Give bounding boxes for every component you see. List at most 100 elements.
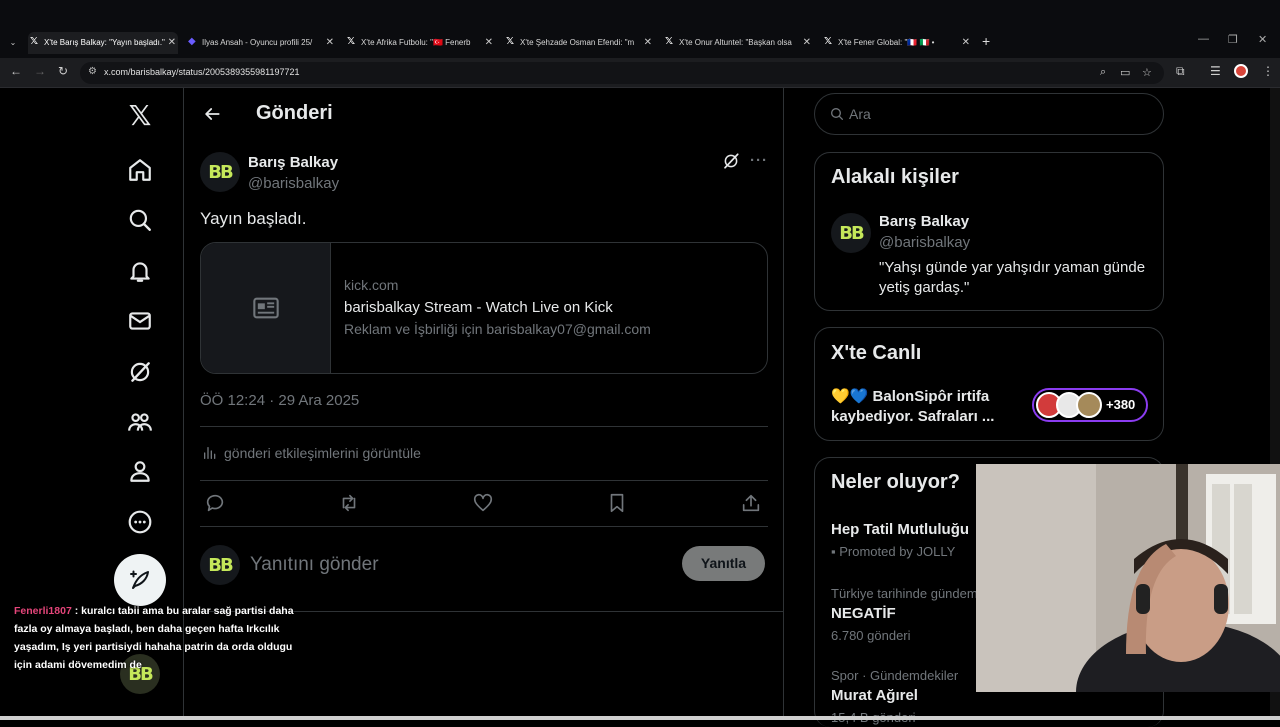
tab-close-icon[interactable]: ✕ — [803, 32, 811, 54]
extensions-icon[interactable]: ⧉ — [1176, 64, 1185, 79]
site-favicon-icon: ◆ — [188, 36, 196, 47]
grok-explain-icon[interactable] — [722, 152, 740, 170]
divider — [200, 426, 768, 427]
reload-icon[interactable]: ↻ — [58, 64, 68, 78]
profile-icon[interactable] — [124, 455, 156, 487]
address-bar[interactable]: ⚙ x.com/barisbalkay/status/2005389355981… — [80, 62, 1164, 84]
browser-tab-5[interactable]: 𝕏 X'te Onur Altuntel: "Başkan olsa ✕ — [663, 32, 813, 54]
author-avatar[interactable]: BB — [200, 152, 240, 192]
x-logo-icon[interactable]: 𝕏 — [124, 99, 156, 131]
link-domain: kick.com — [344, 277, 399, 293]
related-handle[interactable]: @barisbalkay — [879, 234, 970, 251]
repost-icon[interactable] — [338, 492, 360, 514]
tab-close-icon[interactable]: ✕ — [644, 32, 652, 54]
browser-toolbar: ← → ↻ ⚙ x.com/barisbalkay/status/2005389… — [0, 58, 1280, 88]
search-placeholder: Ara — [849, 106, 871, 122]
post-text: Yayın başladı. — [200, 209, 307, 228]
messages-mail-icon[interactable] — [124, 305, 156, 337]
window-close-icon[interactable]: ✕ — [1258, 33, 1267, 46]
share-icon[interactable] — [740, 492, 762, 514]
browser-tab-6[interactable]: 𝕏 X'te Fener Global: "🇫🇷 🇮🇹 • ✕ — [822, 32, 972, 54]
x-favicon-icon: 𝕏 — [824, 36, 833, 47]
site-info-icon[interactable]: ⚙ — [88, 66, 97, 77]
listener-avatar — [1076, 392, 1102, 418]
tab-close-icon[interactable]: ✕ — [168, 32, 176, 54]
reply-icon[interactable] — [204, 492, 226, 514]
related-bio: "Yahşı günde yar yahşıdır yaman günde ye… — [879, 259, 1146, 296]
author-name[interactable]: Barış Balkay — [248, 154, 338, 171]
chat-username: Fenerli1807 — [14, 605, 72, 617]
compose-feather-icon — [130, 570, 149, 589]
cast-icon[interactable]: ▭ — [1120, 66, 1130, 79]
grok-icon[interactable] — [124, 356, 156, 388]
x-favicon-icon: 𝕏 — [506, 36, 515, 47]
bookmark-star-icon[interactable]: ☆ — [1142, 66, 1152, 79]
live-listeners-pill[interactable]: +380 — [1032, 388, 1148, 422]
article-icon — [252, 297, 279, 319]
profile-avatar[interactable] — [1234, 64, 1248, 78]
browser-tab-2[interactable]: ◆ Ilyas Ansah - Oyuncu profili 25/ ✕ — [186, 32, 336, 54]
link-preview-card[interactable]: kick.com barisbalkay Stream - Watch Live… — [200, 242, 768, 374]
article-thumbnail — [201, 243, 331, 373]
tab-close-icon[interactable]: ✕ — [962, 32, 970, 54]
stream-chat-message: Fenerli1807 : kuralcı tabii ama bu arala… — [14, 602, 299, 674]
listener-count: +380 — [1106, 397, 1136, 412]
browser-tab-3[interactable]: 𝕏 X'te Afrika Futbolu: "🇹🇷 Fenerb ✕ — [345, 32, 495, 54]
maximize-icon[interactable]: ❐ — [1228, 33, 1238, 46]
divider — [200, 480, 768, 481]
bookmark-icon[interactable] — [606, 492, 628, 514]
back-icon[interactable]: ← — [10, 64, 22, 78]
page-title: Gönderi — [256, 102, 333, 124]
like-heart-icon[interactable] — [472, 492, 494, 514]
browser-tab-1[interactable]: 𝕏 X'te Barış Balkay: "Yayın başladı." ✕ — [28, 32, 178, 54]
more-options-icon[interactable] — [124, 506, 156, 538]
x-favicon-icon: 𝕏 — [30, 36, 39, 47]
trend-name[interactable]: Murat Ağırel — [831, 687, 918, 704]
link-title: barisbalkay Stream - Watch Live on Kick — [344, 299, 613, 316]
view-engagements-link[interactable]: gönderi etkileşimlerini görüntüle — [202, 445, 421, 461]
analytics-bars-icon — [204, 447, 216, 459]
trend-post-count: 6.780 gönderi — [831, 628, 911, 643]
promoted-label: ▪ Promoted by JOLLY — [831, 544, 956, 559]
reply-button[interactable]: Yanıtla — [682, 546, 765, 581]
link-description: Reklam ve İşbirliği için barisbalkay07@g… — [344, 321, 651, 337]
compose-post-button[interactable] — [114, 554, 166, 606]
zoom-icon[interactable]: ⌕ — [1100, 66, 1106, 79]
divider — [200, 526, 768, 527]
post-more-icon[interactable]: ··· — [750, 152, 768, 169]
tab-close-icon[interactable]: ✕ — [485, 32, 493, 54]
related-name[interactable]: Barış Balkay — [879, 213, 969, 230]
related-avatar[interactable]: BB — [831, 213, 871, 253]
tab-close-icon[interactable]: ✕ — [326, 32, 334, 54]
browser-tab-strip: ⌄ 𝕏 X'te Barış Balkay: "Yayın başladı." … — [0, 0, 1280, 58]
related-people-panel: Alakalı kişiler BB Barış Balkay @barisba… — [814, 152, 1164, 311]
search-input[interactable]: Ara — [814, 93, 1164, 135]
browser-menu-icon[interactable]: ⋮ — [1262, 64, 1274, 78]
live-panel[interactable]: X'te Canlı 💛💙 BalonSipôr irtifa kaybediy… — [814, 327, 1164, 441]
minimize-icon[interactable]: — — [1198, 33, 1209, 45]
reply-avatar: BB — [200, 545, 240, 585]
author-handle[interactable]: @barisbalkay — [248, 175, 339, 192]
reading-list-icon[interactable]: ☰ — [1210, 64, 1221, 78]
post-timestamp[interactable]: ÖÖ 12:24 · 29 Ara 2025 — [200, 392, 359, 409]
live-title: X'te Canlı — [831, 342, 922, 364]
new-tab-button[interactable]: + — [982, 33, 990, 49]
search-icon — [831, 108, 843, 120]
live-space-text[interactable]: 💛💙 BalonSipôr irtifa kaybediyor. Safrala… — [831, 387, 1031, 427]
x-favicon-icon: 𝕏 — [665, 36, 674, 47]
url-text[interactable]: x.com/barisbalkay/status/200538935598119… — [104, 67, 299, 77]
back-arrow-icon[interactable] — [202, 104, 222, 124]
webcam-overlay — [976, 464, 1280, 692]
trend-name[interactable]: Hep Tatil Mutluluğu — [831, 521, 969, 538]
webcam-person-image — [976, 464, 1280, 692]
reply-input[interactable]: Yanıtını gönder — [250, 554, 379, 576]
home-icon[interactable] — [124, 154, 156, 186]
communities-icon[interactable] — [124, 406, 156, 438]
explore-search-icon[interactable] — [124, 204, 156, 236]
trend-name[interactable]: NEGATİF — [831, 605, 896, 622]
tab-search-button[interactable]: ⌄ — [6, 36, 20, 50]
browser-tab-4[interactable]: 𝕏 X'te Şehzade Osman Efendi: "m ✕ — [504, 32, 654, 54]
forward-icon[interactable]: → — [34, 64, 46, 78]
notifications-bell-icon[interactable] — [124, 255, 156, 287]
trend-meta: Spor · Gündemdekiler — [831, 668, 959, 683]
